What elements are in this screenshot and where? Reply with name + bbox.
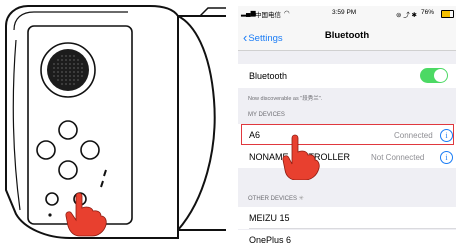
bluetooth-label: Bluetooth (249, 71, 288, 81)
highlight-frame (241, 124, 454, 145)
joystick-grip-dot (73, 71, 75, 73)
joystick-grip-dot (73, 63, 75, 65)
status-bar: ▂▄▆ 中国电信 ◠ 3:59 PM ⊚ ⤴ ✱ 76% (238, 6, 456, 20)
joystick-grip-dot (53, 67, 55, 69)
joystick-grip-dot (81, 71, 83, 73)
navigation-bar: ‹Settings Bluetooth (238, 20, 456, 51)
device-name: OnePlus 6 (249, 235, 292, 244)
joystick-grip-dot (69, 59, 71, 61)
joystick-grip-dot (61, 59, 63, 61)
joystick-grip-dot (65, 75, 67, 77)
joystick-grip-dot (73, 83, 75, 85)
battery-icon (441, 10, 454, 18)
signal-icon: ▂▄▆ (241, 10, 256, 17)
joystick-grip-dot (57, 75, 59, 77)
device-row-oneplus[interactable]: OnePlus 6 (238, 230, 456, 244)
joystick-grip-dot (77, 71, 79, 73)
divider (249, 228, 456, 229)
page-title: Bluetooth (324, 30, 370, 41)
joystick-grip-dot (65, 55, 67, 57)
loading-spinner-icon: ✳ (298, 196, 304, 202)
joystick-grip-dot (61, 79, 63, 81)
joystick-grip-dot (69, 55, 71, 57)
pointing-hand-icon (282, 134, 320, 180)
my-devices-header: MY DEVICES (248, 112, 285, 118)
battery-percent: 76% (421, 9, 435, 16)
joystick-grip-dot (53, 71, 55, 73)
joystick-grip-dot (77, 67, 79, 69)
joystick-grip-dot (61, 83, 63, 85)
discoverable-note: Now discoverable as "段秀兰". (248, 96, 323, 102)
indicator-led (48, 213, 52, 217)
joystick-grip-dot (73, 55, 75, 57)
joystick-grip-dot (69, 71, 71, 73)
joystick-grip-dot (65, 67, 67, 69)
phone-bluetooth-screen: ▂▄▆ 中国电信 ◠ 3:59 PM ⊚ ⤴ ✱ 76% ‹Settings B… (238, 6, 456, 244)
joystick-grip-dot (53, 63, 55, 65)
joystick-grip-dot (69, 63, 71, 65)
joystick-grip-dot (57, 59, 59, 61)
toggle-knob (434, 69, 447, 82)
joystick-grip-dot (65, 63, 67, 65)
bluetooth-toggle[interactable] (420, 68, 448, 83)
joystick-grip-dot (65, 71, 67, 73)
joystick-grip-dot (61, 55, 63, 57)
joystick-grip-dot (61, 71, 63, 73)
joystick-grip-dot (61, 63, 63, 65)
joystick-grip-dot (69, 75, 71, 77)
joystick-grip-dot (69, 79, 71, 81)
joystick-grip-dot (81, 75, 83, 77)
other-devices-header: OTHER DEVICES ✳ (248, 195, 304, 202)
joystick-grip-dot (57, 67, 59, 69)
joystick-grip-dot (73, 59, 75, 61)
bluetooth-row: Bluetooth (238, 64, 456, 88)
controller-grip (177, 15, 216, 231)
device-row-controller[interactable]: NONAME TROLLER Not Connected i (238, 146, 456, 168)
joystick-grip-dot (69, 67, 71, 69)
status-time: 3:59 PM (332, 9, 357, 16)
face-button-top (58, 120, 78, 140)
device-row-meizu[interactable]: MEIZU 15 (238, 207, 456, 229)
joystick (40, 42, 96, 98)
joystick-grip-dot (53, 75, 55, 77)
joystick-grip-dot (81, 63, 83, 65)
joystick-grip-dot (77, 79, 79, 81)
face-button-bottom (58, 160, 78, 180)
wifi-icon: ◠ (284, 10, 290, 17)
joystick-grip-dot (73, 75, 75, 77)
joystick-grip-dot (57, 71, 59, 73)
joystick-grip-dot (77, 63, 79, 65)
face-button-left (36, 140, 56, 160)
device-name: MEIZU 15 (249, 213, 290, 223)
gamepad-controller-illustration (5, 5, 226, 239)
joystick-grip-dot (69, 83, 71, 85)
joystick-grip-dot (81, 67, 83, 69)
home-button (45, 192, 59, 206)
joystick-grip-dot (77, 59, 79, 61)
joystick-grip-dot (57, 63, 59, 65)
joystick-grip-dot (57, 79, 59, 81)
status-icons: ⊚ ⤴ ✱ (396, 12, 418, 19)
carrier-label: 中国电信 (255, 12, 281, 19)
joystick-grip-dot (73, 67, 75, 69)
joystick-grip-dot (65, 83, 67, 85)
joystick-grip-dot (77, 75, 79, 77)
joystick-grip-dot (61, 67, 63, 69)
joystick-grip-dot (65, 59, 67, 61)
battery-level (442, 11, 451, 17)
info-icon[interactable]: i (440, 151, 453, 164)
joystick-grip-dot (61, 75, 63, 77)
device-status: Not Connected (371, 153, 425, 162)
joystick-grip-dot (73, 79, 75, 81)
other-devices-label: OTHER DEVICES (248, 196, 298, 202)
face-button-right (80, 140, 100, 160)
joystick-grip-dot (65, 79, 67, 81)
